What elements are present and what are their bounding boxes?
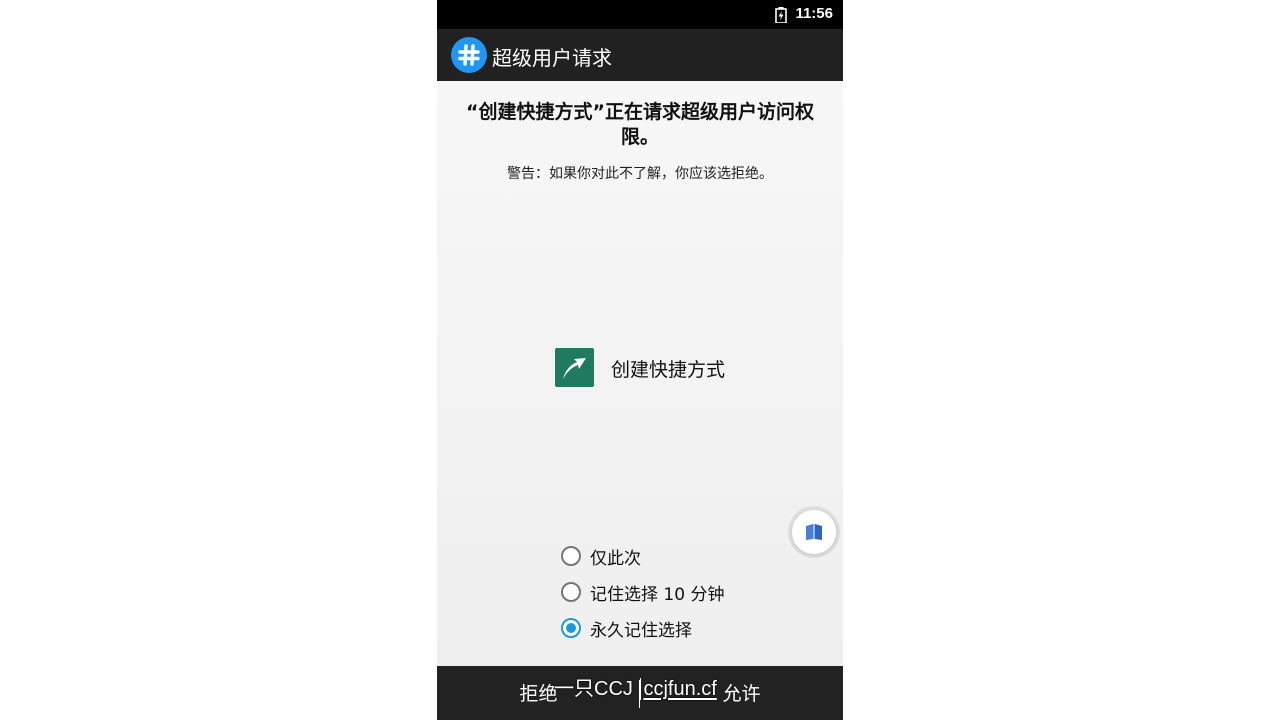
option-label: 记住选择 10 分钟 <box>590 585 725 605</box>
radio-button[interactable] <box>561 582 581 602</box>
share-arrow-icon <box>555 348 594 387</box>
status-time: 11:56 <box>795 5 833 22</box>
status-bar: 11:56 <box>437 0 843 29</box>
app-bar: 超级用户请求 <box>437 29 843 81</box>
watermark-name: 一只CCJ <box>554 678 633 700</box>
phone-screen: 11:56 超级用户请求 “创建快捷方式”正在请求超级用户访问权限。 警告：如果… <box>437 0 843 720</box>
option-label: 仅此次 <box>590 549 641 569</box>
radio-button-checked[interactable] <box>561 618 581 638</box>
hash-icon <box>451 37 487 73</box>
requesting-app-name: 创建快捷方式 <box>611 359 726 381</box>
radio-button[interactable] <box>561 546 581 566</box>
app-title: 超级用户请求 <box>492 46 612 70</box>
warning-text: 警告：如果你对此不了解，你应该选拒绝。 <box>507 166 773 182</box>
request-title: “创建快捷方式”正在请求超级用户访问权限。 <box>466 101 814 148</box>
option-label: 永久记住选择 <box>590 621 692 641</box>
watermark: 一只CCJ ccjfun.cf <box>554 672 717 701</box>
battery-charging-icon <box>775 7 787 23</box>
floating-assistant-button[interactable] <box>792 510 836 554</box>
request-content: “创建快捷方式”正在请求超级用户访问权限。 警告：如果你对此不了解，你应该选拒绝… <box>437 81 843 666</box>
book-icon <box>806 524 822 540</box>
watermark-url: ccjfun.cf <box>640 678 717 700</box>
